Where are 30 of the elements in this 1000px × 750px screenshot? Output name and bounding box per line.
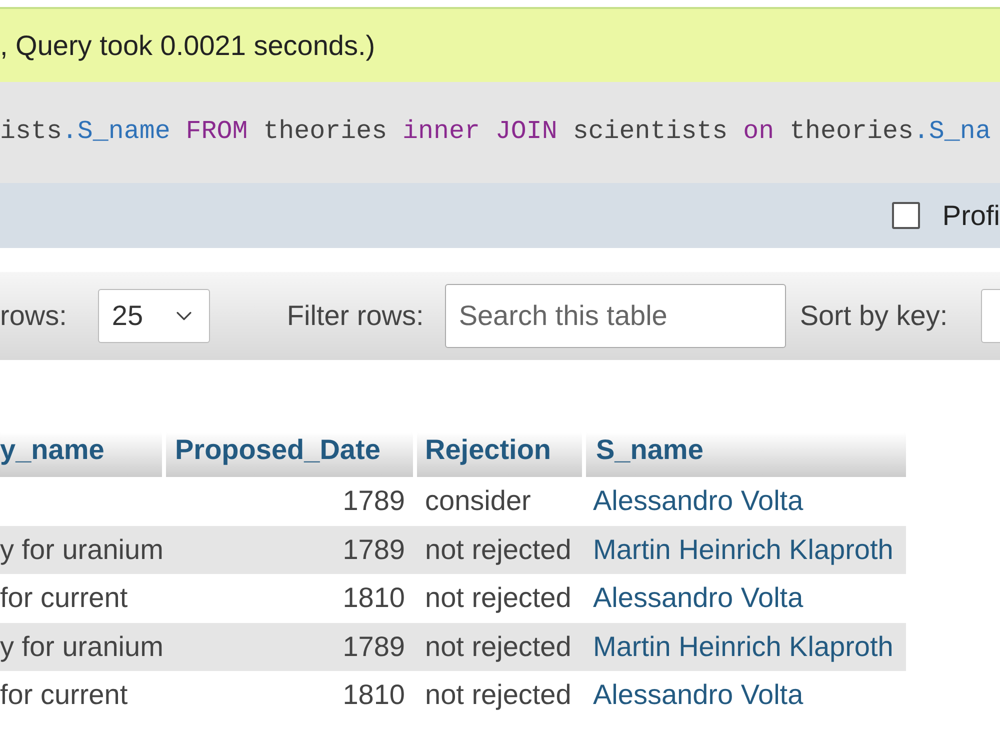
sort-label: Sort by key: [800,299,948,333]
rows-select-value: 25 [112,299,144,333]
table-cell-text: 1810 [342,581,406,616]
table-cell-text: not rejected [424,532,572,567]
table-cell-text: not rejected [424,581,572,616]
profiling-label: Profi [942,198,1000,232]
name-link[interactable]: Alessandro Volta [586,577,804,620]
table-cell-text: 1789 [342,484,406,518]
table-cell-text: 1810 [342,678,406,712]
table-cell-text: 1789 [342,630,406,664]
table-cell-text: y for uranium [0,630,164,664]
filter-label: Filter rows: [286,299,424,333]
rows-select[interactable]: 25 [98,289,210,343]
table-cell-text: for current [0,678,128,712]
name-link[interactable]: Alessandro Volta [586,674,804,716]
profiling-checkbox[interactable] [892,202,920,229]
table-cell-text: not rejected [424,630,572,664]
column-header[interactable]: S_name [586,432,906,477]
name-link[interactable]: Martin Heinrich Klaproth [586,626,894,668]
filter-input[interactable]: Search this table [444,284,786,348]
sql-query-text: ists.S_name FROM theories inner JOIN scientists on theories.S_na [0,116,991,148]
name-link[interactable]: Martin Heinrich Klaproth [586,528,894,571]
rows-label: rows: [0,299,67,333]
table-cell-text: 1789 [342,532,406,567]
name-link[interactable]: Alessandro Volta [586,480,804,522]
table-cell-text: for current [0,581,128,616]
table-cell-text: not rejected [424,678,572,712]
table-cell-text: consider [424,484,531,518]
query-time-text: , Query took 0.0021 seconds.) [0,28,376,63]
table-cell-text: y for uranium [0,532,164,567]
